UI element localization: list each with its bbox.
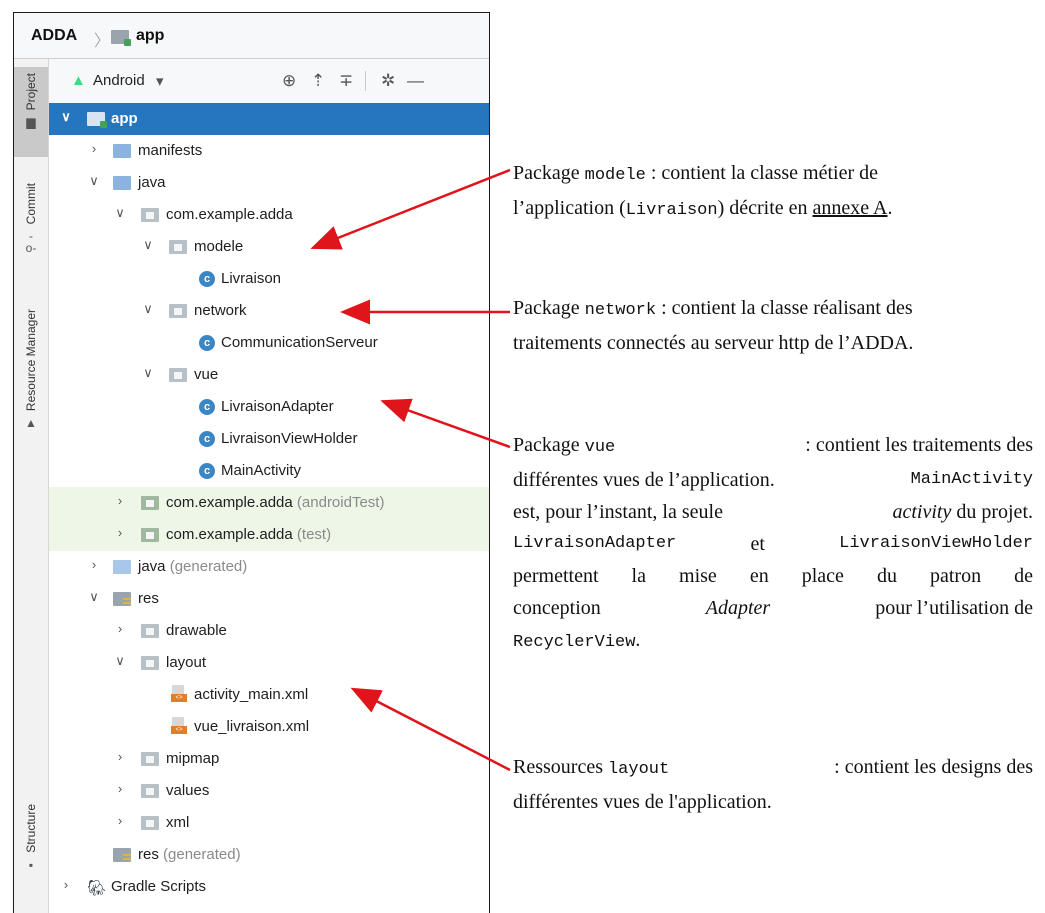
arrow-vue bbox=[380, 398, 511, 449]
annotation-arrows bbox=[310, 168, 511, 772]
arrow-modele bbox=[310, 168, 511, 250]
arrow-layout bbox=[350, 687, 511, 772]
